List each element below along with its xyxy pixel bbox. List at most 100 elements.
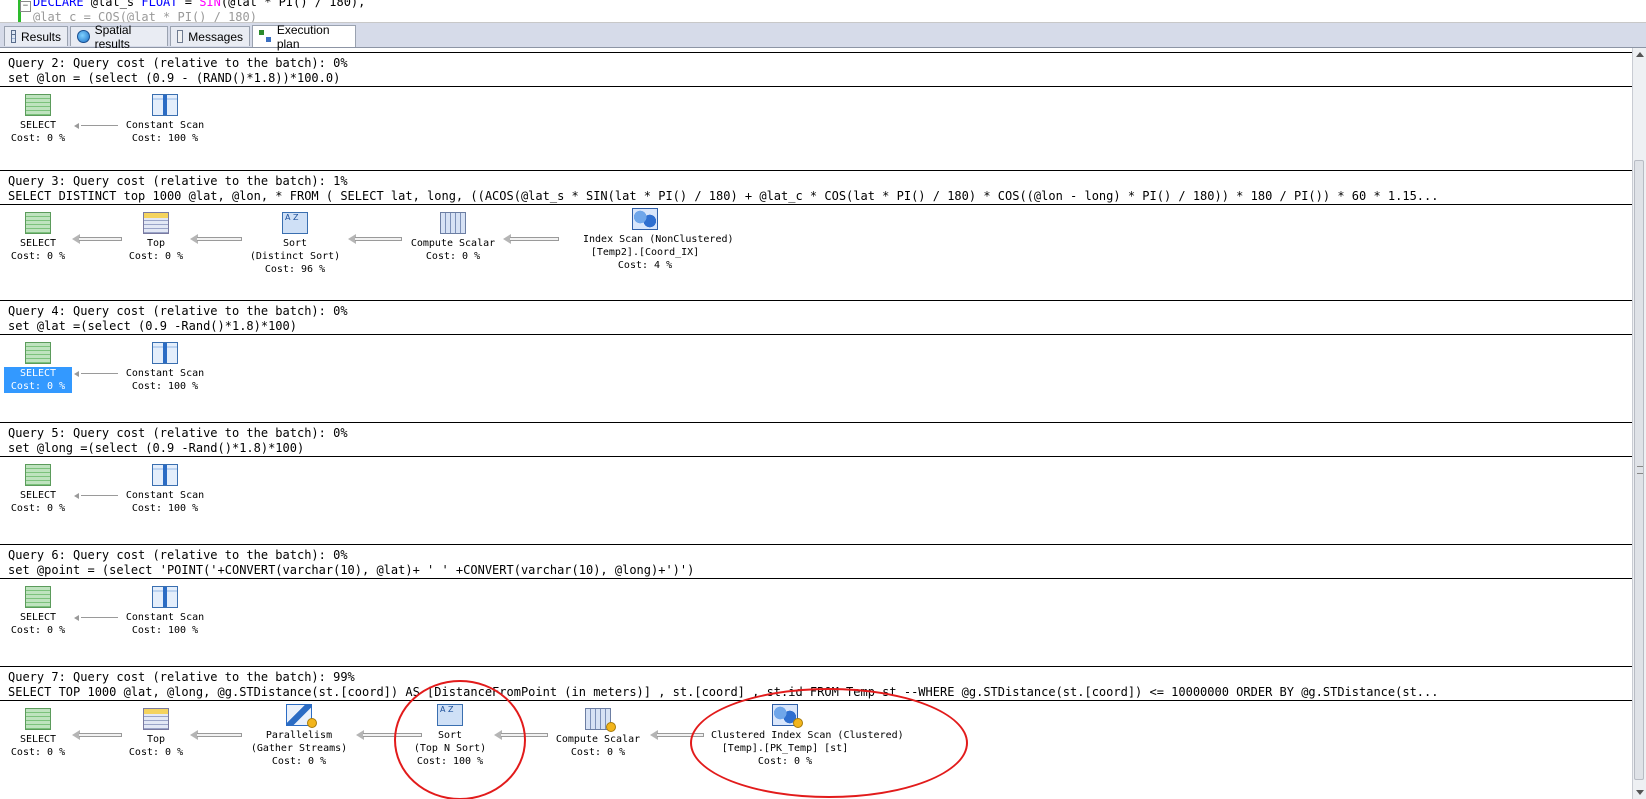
node-name: Compute Scalar (410, 238, 496, 249)
query-sql-text: SELECT DISTINCT top 1000 @lat, @lon, * F… (8, 189, 1439, 203)
scroll-up-icon[interactable] (1636, 52, 1644, 57)
variable: @lat_s (83, 0, 142, 9)
sql-editor[interactable]: − DECLARE @lat_s FLOAT = SIN(@lat * PI()… (0, 0, 1646, 23)
node-cost: Cost: 0 % (10, 251, 66, 262)
node-cost: Cost: 100 % (131, 133, 199, 144)
node-name: Constant Scan (125, 612, 205, 623)
node-cost: Cost: 0 % (128, 251, 184, 262)
node-cost: Cost: 100 % (131, 503, 199, 514)
plan-node-sort[interactable]: A Z Sort (Distinct Sort) Cost: 96 % (235, 212, 355, 276)
query-cost-text: Query 6: Query cost (relative to the bat… (8, 548, 348, 562)
query-cost-text: Query 4: Query cost (relative to the bat… (8, 304, 348, 318)
flow-arrow (503, 234, 559, 244)
plan-node-index-scan[interactable]: Index Scan (NonClustered) [Temp2].[Coord… (583, 208, 734, 272)
node-detail: [Temp2].[Coord_IX] (590, 247, 700, 258)
expression: (@lat * PI() / 180), (220, 0, 366, 9)
function-name: SIN (199, 0, 221, 9)
tab-label: Results (20, 29, 61, 44)
plan-node-select[interactable]: SELECT Cost: 0 % (0, 94, 98, 145)
constant-scan-icon (152, 464, 178, 486)
grip-icon (1637, 466, 1643, 474)
node-name: Constant Scan (125, 368, 205, 379)
plan-node-select[interactable]: SELECT Cost: 0 % (0, 586, 98, 637)
node-cost: Cost: 0 % (570, 747, 626, 758)
node-cost: Cost: 0 % (10, 503, 66, 514)
sort-icon: A Z (282, 212, 308, 234)
tab-label: Spatial results (94, 22, 132, 51)
globe-icon (77, 30, 90, 43)
flow-arrow (190, 730, 242, 740)
annotation-circle-sort (394, 680, 526, 799)
tab-messages[interactable]: Messages (170, 26, 250, 46)
query-cost-text: Query 5: Query cost (relative to the bat… (8, 426, 348, 440)
query-sql-text: set @lat =(select (0.9 -Rand()*1.8)*100) (8, 319, 297, 333)
node-cost: Cost: 100 % (131, 381, 199, 392)
index-scan-icon (632, 208, 658, 230)
select-icon (25, 342, 51, 364)
scroll-down-icon[interactable] (1636, 790, 1644, 795)
node-name: Compute Scalar (555, 734, 641, 745)
annotation-circle-clustered-index-scan (690, 688, 968, 798)
results-tab-bar: Results Spatial results Messages Executi… (0, 23, 1646, 51)
query-header: Query 4: Query cost (relative to the bat… (0, 300, 1632, 335)
plan-node-constant-scan[interactable]: Constant Scan Cost: 100 % (105, 464, 225, 515)
plan-node-compute-scalar[interactable]: Compute Scalar Cost: 0 % (393, 212, 513, 263)
fold-toggle-icon[interactable]: − (20, 1, 31, 12)
plan-node-parallelism[interactable]: Parallelism (Gather Streams) Cost: 0 % (239, 704, 359, 768)
node-cost: Cost: 0 % (271, 756, 327, 767)
execution-plan-pane[interactable]: Query 2: Query cost (relative to the bat… (0, 48, 1632, 799)
select-icon (25, 708, 51, 730)
query-cost-text: Query 7: Query cost (relative to the bat… (8, 670, 355, 684)
query-sql-text: set @long =(select (0.9 -Rand()*1.8)*100… (8, 441, 305, 455)
operator: = (177, 0, 200, 9)
constant-scan-icon (152, 586, 178, 608)
node-name: SELECT (4, 367, 72, 380)
plan-node-constant-scan[interactable]: Constant Scan Cost: 100 % (105, 342, 225, 393)
query-cost-text: Query 3: Query cost (relative to the bat… (8, 174, 348, 188)
node-cost: Cost: 4 % (617, 260, 673, 271)
node-cost: Cost: 0 % (425, 251, 481, 262)
parallelism-icon (286, 704, 317, 728)
keyword: FLOAT (141, 0, 178, 9)
select-icon (25, 586, 51, 608)
grid-icon (11, 30, 16, 43)
compute-scalar-icon (440, 212, 466, 234)
node-detail: (Gather Streams) (250, 743, 348, 754)
node-cost: Cost: 0 % (10, 133, 66, 144)
keyword: DECLARE (33, 0, 84, 9)
node-cost: Cost: 0 % (4, 380, 72, 393)
plan-node-compute-scalar[interactable]: Compute Scalar Cost: 0 % (538, 708, 658, 759)
node-cost: Cost: 96 % (264, 264, 326, 275)
messages-icon (177, 30, 184, 43)
editor-line-1: DECLARE @lat_s FLOAT = SIN(@lat * PI() /… (33, 0, 365, 9)
top-icon (143, 212, 169, 234)
node-cost: Cost: 0 % (128, 747, 184, 758)
node-name: Constant Scan (125, 490, 205, 501)
query-header: Query 2: Query cost (relative to the bat… (0, 52, 1632, 87)
editor-line-2: @lat_c = COS(@lat * PI() / 180) (33, 10, 257, 23)
plan-node-select-selected[interactable]: SELECT Cost: 0 % (0, 342, 98, 393)
query-header: Query 5: Query cost (relative to the bat… (0, 422, 1632, 457)
constant-scan-icon (152, 342, 178, 364)
plan-node-select[interactable]: SELECT Cost: 0 % (0, 464, 98, 515)
tab-label: Execution plan (276, 22, 330, 51)
node-cost: Cost: 0 % (10, 747, 66, 758)
node-name: Constant Scan (125, 120, 205, 131)
tab-results[interactable]: Results (4, 26, 68, 46)
query-header: Query 6: Query cost (relative to the bat… (0, 544, 1632, 579)
select-icon (25, 464, 51, 486)
node-name: Index Scan (NonClustered) (583, 234, 734, 245)
tab-execution-plan[interactable]: Execution plan (252, 23, 356, 51)
vertical-scrollbar[interactable] (1632, 48, 1646, 799)
constant-scan-icon (152, 94, 178, 116)
plan-node-constant-scan[interactable]: Constant Scan Cost: 100 % (105, 586, 225, 637)
query-header: Query 3: Query cost (relative to the bat… (0, 170, 1632, 205)
tab-label: Messages (188, 29, 243, 44)
plan-node-constant-scan[interactable]: Constant Scan Cost: 100 % (105, 94, 225, 145)
scrollbar-thumb[interactable] (1634, 160, 1644, 780)
select-icon (25, 94, 51, 116)
tab-spatial-results[interactable]: Spatial results (70, 23, 168, 51)
query-cost-text: Query 2: Query cost (relative to the bat… (8, 56, 348, 70)
node-cost: Cost: 0 % (10, 625, 66, 636)
query-sql-text: set @point = (select 'POINT('+CONVERT(va… (8, 563, 695, 577)
